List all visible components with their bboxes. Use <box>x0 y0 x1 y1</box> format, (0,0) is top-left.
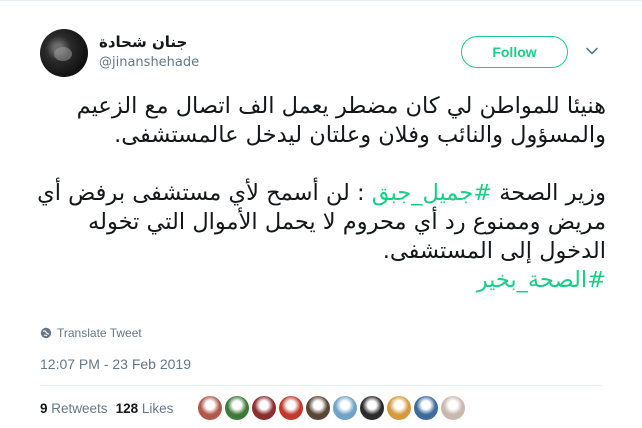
hashtag-link[interactable]: #الصحة_بخير <box>477 267 606 293</box>
divider <box>40 385 602 386</box>
liker-avatar[interactable] <box>198 396 222 420</box>
liker-avatar[interactable] <box>360 396 384 420</box>
liker-avatar[interactable] <box>279 396 303 420</box>
avatar[interactable] <box>40 29 88 77</box>
tweet-stats: 9 Retweets 128 Likes <box>40 401 173 416</box>
liker-avatar[interactable] <box>306 396 330 420</box>
tweet-text: هنيئا للمواطن لي كان مضطر يعمل الف اتصال… <box>30 92 606 295</box>
tweet-line: مريض وممنوع رد أي محروم لا يحمل الأموال … <box>88 209 606 235</box>
likes-stat[interactable]: 128 Likes <box>116 401 174 416</box>
liker-avatar[interactable] <box>333 396 357 420</box>
likes-count: 128 <box>115 401 139 416</box>
hashtag-link[interactable]: #جميل_جبق <box>372 180 492 206</box>
tweet-line: وزير الصحة #جميل_جبق : لن أسمح لأي مستشف… <box>30 179 606 208</box>
retweets-count: 9 <box>40 401 48 416</box>
follow-button[interactable]: Follow <box>461 36 568 68</box>
liker-avatar[interactable] <box>441 396 465 420</box>
translate-label: Translate Tweet <box>57 326 142 340</box>
liker-avatar[interactable] <box>225 396 249 420</box>
liker-avatar[interactable] <box>387 396 411 420</box>
top-border <box>0 0 642 1</box>
tweet-line: الدخول إلى المستشفى. <box>382 238 606 264</box>
liker-avatars <box>198 396 465 420</box>
chevron-down-icon[interactable] <box>585 44 599 58</box>
user-handle[interactable]: @jinanshehade <box>99 55 199 70</box>
globe-icon <box>40 327 52 339</box>
likes-label: Likes <box>141 401 174 416</box>
user-name[interactable]: جنان شحادة <box>99 33 187 51</box>
tweet-line: هنيئا للمواطن لي كان مضطر يعمل الف اتصال… <box>76 93 606 119</box>
tweet-text-segment: : لن أسمح لأي مستشفى برفض أي <box>37 180 372 206</box>
translate-tweet-link[interactable]: Translate Tweet <box>40 326 142 340</box>
tweet-timestamp[interactable]: 12:07 PM - 23 Feb 2019 <box>40 356 191 372</box>
retweets-stat[interactable]: 9 Retweets <box>40 401 108 416</box>
tweet-text-segment: وزير الصحة <box>492 180 606 206</box>
retweets-label: Retweets <box>51 401 108 416</box>
liker-avatar[interactable] <box>252 396 276 420</box>
liker-avatar[interactable] <box>414 396 438 420</box>
tweet-line: والمسؤول والنائب وفلان وعلتان ليدخل عالم… <box>114 122 606 148</box>
